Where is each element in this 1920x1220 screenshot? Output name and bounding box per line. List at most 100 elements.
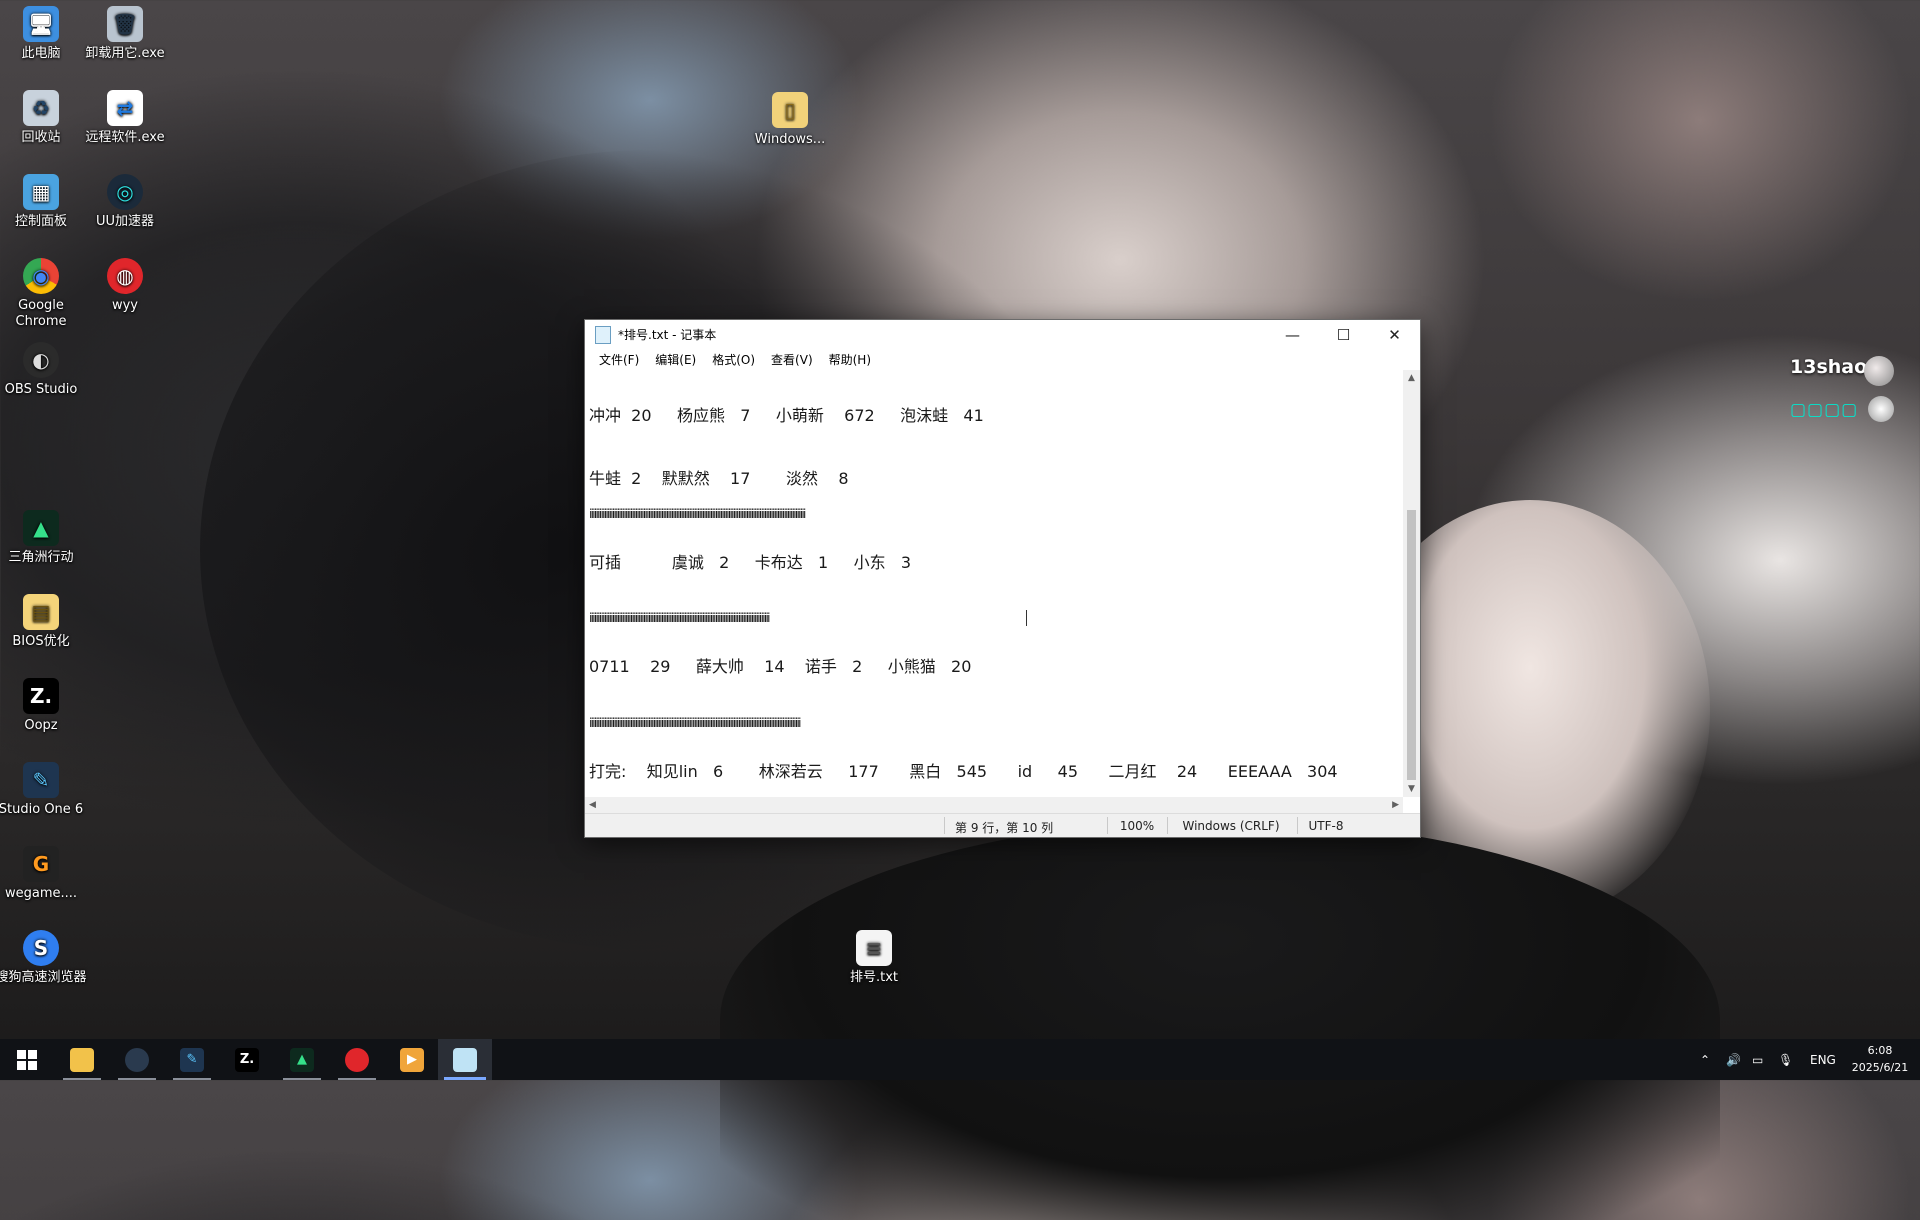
desktop-icon-recycle-bin[interactable]: ♻ 回收站 (0, 90, 87, 146)
notepad-window[interactable]: *排号.txt - 记事本 — ☐ ✕ 文件(F) 编辑(E) 格式(O) 查看… (584, 319, 1421, 838)
desktop-icon-label: 远程软件.exe (85, 130, 165, 145)
menu-bar: 文件(F) 编辑(E) 格式(O) 查看(V) 帮助(H) (585, 349, 1420, 369)
desktop-icon-label: UU加速器 (95, 214, 155, 229)
desktop-icon-windows-folder[interactable]: ▯ Windows... (744, 92, 836, 148)
minimize-button[interactable]: — (1267, 320, 1318, 349)
taskbar-file-explorer[interactable] (55, 1039, 109, 1080)
menu-edit[interactable]: 编辑(E) (647, 349, 704, 369)
scroll-up-arrow-icon[interactable]: ▲ (1403, 373, 1420, 383)
desktop-icon-label: Oopz (24, 718, 58, 733)
taskbar-wyy[interactable] (330, 1039, 384, 1080)
tray-show-hidden-icon[interactable]: ⌃ (1700, 1039, 1710, 1080)
widget-subtitle: ▢▢▢▢ (1790, 400, 1859, 420)
text-line-separator: iiiiiiiiiiiiiiiiiiiiiiiiiiiiiiiiiiiiiiii… (589, 507, 806, 521)
text-file-icon: ≡ (856, 930, 892, 966)
taskbar-media-player[interactable]: ▶ (385, 1039, 439, 1080)
volume-icon[interactable]: 🔊 (1726, 1039, 1741, 1080)
avatar[interactable] (1864, 356, 1894, 386)
horizontal-scrollbar[interactable]: ◀ ▶ (585, 797, 1403, 814)
notepad-app-icon (595, 325, 611, 344)
taskbar-studio-one[interactable]: ✎ (165, 1039, 219, 1080)
windows-logo-icon (17, 1049, 37, 1070)
sogou-browser-icon: S (23, 930, 59, 966)
desktop-icon-label: Google Chrome (15, 298, 67, 329)
obs-icon: ◐ (23, 342, 59, 378)
text-line-separator: iiiiiiiiiiiiiiiiiiiiiiiiiiiiiiiiiiiiiiii… (589, 716, 801, 730)
desktop-icon-label: wyy (111, 298, 139, 313)
taskbar-steam[interactable] (110, 1039, 164, 1080)
text-line: 0711 29 薛大帅 14 诺手 2 小熊猫 20 (589, 657, 972, 676)
desktop-icon-sogou-browser[interactable]: S 搜狗高速浏览器 (0, 930, 87, 986)
text-cursor-ibeam (1026, 610, 1027, 626)
folder-icon: ▯ (772, 92, 808, 128)
desktop-icon-paihao-txt[interactable]: ≡ 排号.txt (828, 930, 920, 986)
desktop-icon-label: 搜狗高速浏览器 (0, 970, 87, 985)
start-button[interactable] (0, 1039, 54, 1080)
desktop-icon-label: 此电脑 (21, 46, 61, 61)
desktop-icon-oopz[interactable]: Z. Oopz (0, 678, 87, 734)
netease-music-icon (345, 1047, 369, 1072)
desktop-icon-label: Windows... (754, 132, 826, 147)
menu-help[interactable]: 帮助(H) (821, 349, 879, 369)
scroll-left-arrow-icon[interactable]: ◀ (589, 797, 596, 814)
vertical-scroll-thumb[interactable] (1407, 510, 1416, 780)
input-language[interactable]: ENG (1810, 1039, 1836, 1080)
text-line-separator: iiiiiiiiiiiiiiiiiiiiiiiiiiiiiiiiiiiiiiii… (589, 611, 770, 625)
remote-software-icon: ⇄ (107, 90, 143, 126)
status-encoding: UTF-8 (1308, 819, 1344, 833)
network-icon[interactable]: ▭ (1752, 1039, 1763, 1080)
notepad-icon (453, 1047, 477, 1072)
window-title: *排号.txt - 记事本 (618, 328, 717, 342)
desktop-icon-label: wegame.... (4, 886, 78, 901)
widget-username: 13shao (1790, 356, 1868, 378)
taskbar-notepad[interactable] (438, 1039, 492, 1080)
vertical-scrollbar[interactable]: ▲ ▼ (1403, 370, 1420, 797)
clock[interactable]: 6:08 2025/6/21 (1846, 1042, 1914, 1076)
desktop-icon-label: BIOS优化 (12, 634, 70, 649)
desktop-icon-control-panel[interactable]: ▦ 控制面板 (0, 174, 87, 230)
desktop-icon-studio-one[interactable]: ✎ Studio One 6 (0, 762, 87, 818)
scroll-right-arrow-icon[interactable]: ▶ (1392, 797, 1399, 814)
taskbar-delta-force[interactable]: ▲ (275, 1039, 329, 1080)
recycle-bin-icon: ♻ (23, 90, 59, 126)
window-controls: — ☐ ✕ (1267, 320, 1420, 349)
status-divider (944, 817, 945, 834)
status-cursor-position: 第 9 行，第 10 列 (955, 821, 1054, 835)
studio-one-icon: ✎ (180, 1047, 204, 1072)
oopz-icon: Z. (235, 1047, 259, 1072)
desktop-icon-chrome[interactable]: ◉ Google Chrome (0, 258, 87, 330)
desktop-icon-remote[interactable]: ⇄ 远程软件.exe (79, 90, 171, 146)
scroll-down-arrow-icon[interactable]: ▼ (1403, 784, 1420, 794)
taskbar-oopz[interactable]: Z. (220, 1039, 274, 1080)
uu-accelerator-icon: ◎ (107, 174, 143, 210)
microphone-icon[interactable]: 🎙 (1778, 1039, 1793, 1080)
desktop-icon-label: 卸载用它.exe (85, 46, 165, 61)
desktop-icon-bios[interactable]: ▤ BIOS优化 (0, 594, 87, 650)
control-panel-icon: ▦ (23, 174, 59, 210)
status-zoom: 100% (1119, 819, 1155, 833)
desktop-icon-uninstall[interactable]: 🗑 卸载用它.exe (79, 6, 171, 62)
desktop-icon-this-pc[interactable]: 🖥 此电脑 (0, 6, 87, 62)
desktop-icon-obs[interactable]: ◐ OBS Studio (0, 342, 87, 398)
menu-format[interactable]: 格式(O) (704, 349, 763, 369)
folder-icon (70, 1047, 94, 1072)
desktop-icon-delta-force[interactable]: ▲ 三角洲行动 (0, 510, 87, 566)
text-editor-area[interactable]: 冲冲 20 杨应熊 7 小萌新 672 泡沫蛙 41 牛蛙 2 默默然 17 淡… (585, 370, 1403, 797)
avatar-secondary[interactable] (1868, 396, 1894, 422)
media-player-icon: ▶ (400, 1047, 424, 1072)
desktop-icon-wegame[interactable]: G wegame.... (0, 846, 87, 902)
maximize-button[interactable]: ☐ (1318, 320, 1369, 349)
uninstall-icon: 🗑 (107, 6, 143, 42)
chrome-icon: ◉ (23, 258, 59, 294)
status-line-ending: Windows (CRLF) (1182, 819, 1280, 833)
menu-file[interactable]: 文件(F) (591, 349, 647, 369)
close-button[interactable]: ✕ (1369, 320, 1420, 349)
clock-date: 2025/6/21 (1851, 1061, 1909, 1074)
desktop-icon-uu[interactable]: ◎ UU加速器 (79, 174, 171, 230)
desktop-icon-label: OBS Studio (4, 382, 78, 397)
title-bar[interactable]: *排号.txt - 记事本 — ☐ ✕ (585, 320, 1420, 349)
menu-view[interactable]: 查看(V) (763, 349, 821, 369)
desktop-icon-label: 回收站 (21, 130, 61, 145)
computer-icon: 🖥 (23, 6, 59, 42)
desktop-icon-wyy[interactable]: ◍ wyy (79, 258, 171, 314)
